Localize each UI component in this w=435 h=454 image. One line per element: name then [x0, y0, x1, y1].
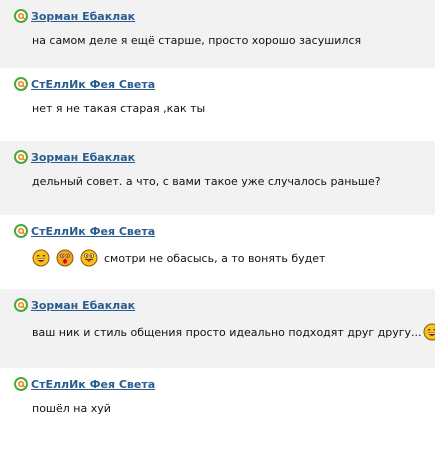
mail-agent-icon: [14, 77, 28, 91]
comment-body: нет я не такая старая ,как ты: [32, 102, 206, 115]
laughing-smiley-icon: [423, 323, 435, 341]
author-link[interactable]: СтЕллИк Фея Света: [31, 378, 155, 391]
comment-text: ваш ник и стиль общения просто идеально …: [14, 323, 435, 341]
comment-text: пошёл на хуй: [14, 402, 425, 415]
mail-agent-icon: [14, 9, 28, 23]
comment-body: смотри не обасысь, а то вонять будет: [104, 251, 326, 265]
comment-body: ваш ник и стиль общения просто идеально …: [32, 325, 422, 339]
comment-header: СтЕллИк Фея Света: [14, 376, 425, 392]
comment-text: смотри не обасысь, а то вонять будет: [14, 249, 425, 267]
author-link[interactable]: Зорман Ебаклак: [31, 299, 135, 312]
comment-text: нет я не такая старая ,как ты: [14, 102, 425, 115]
comment-header: Зорман Ебаклак: [14, 297, 425, 313]
comment-thread: Зорман Ебаклак на самом деле я ещё старш…: [0, 0, 435, 454]
tongue-smiley-icon: [80, 249, 98, 267]
comment-3: Зорман Ебаклак дельный совет. а что, с в…: [0, 141, 435, 215]
author-link[interactable]: Зорман Ебаклак: [31, 151, 135, 164]
comment-1: Зорман Ебаклак на самом деле я ещё старш…: [0, 0, 435, 68]
comment-body: дельный совет. а что, с вами такое уже с…: [32, 175, 381, 188]
comment-6: СтЕллИк Фея Света пошёл на хуй: [0, 368, 435, 454]
comment-text: дельный совет. а что, с вами такое уже с…: [14, 175, 425, 188]
mail-agent-icon: [14, 150, 28, 164]
comment-header: Зорман Ебаклак: [14, 149, 425, 165]
comment-body: на самом деле я ещё старше, просто хорош…: [32, 34, 362, 47]
comment-header: СтЕллИк Фея Света: [14, 223, 425, 239]
author-link[interactable]: СтЕллИк Фея Света: [31, 225, 155, 238]
comment-text: на самом деле я ещё старше, просто хорош…: [14, 34, 425, 47]
comment-4: СтЕллИк Фея Света смотри не обасысь, а т…: [0, 215, 435, 289]
mail-agent-icon: [14, 377, 28, 391]
mail-agent-icon: [14, 298, 28, 312]
mail-agent-icon: [14, 224, 28, 238]
author-link[interactable]: Зорман Ебаклак: [31, 10, 135, 23]
comment-2: СтЕллИк Фея Света нет я не такая старая …: [0, 68, 435, 141]
laughing-smiley-icon: [32, 249, 50, 267]
comment-header: Зорман Ебаклак: [14, 8, 425, 24]
author-link[interactable]: СтЕллИк Фея Света: [31, 78, 155, 91]
comment-body: пошёл на хуй: [32, 402, 111, 415]
comment-header: СтЕллИк Фея Света: [14, 76, 425, 92]
surprised-smiley-icon: [56, 249, 74, 267]
comment-5: Зорман Ебаклак ваш ник и стиль общения п…: [0, 289, 435, 368]
